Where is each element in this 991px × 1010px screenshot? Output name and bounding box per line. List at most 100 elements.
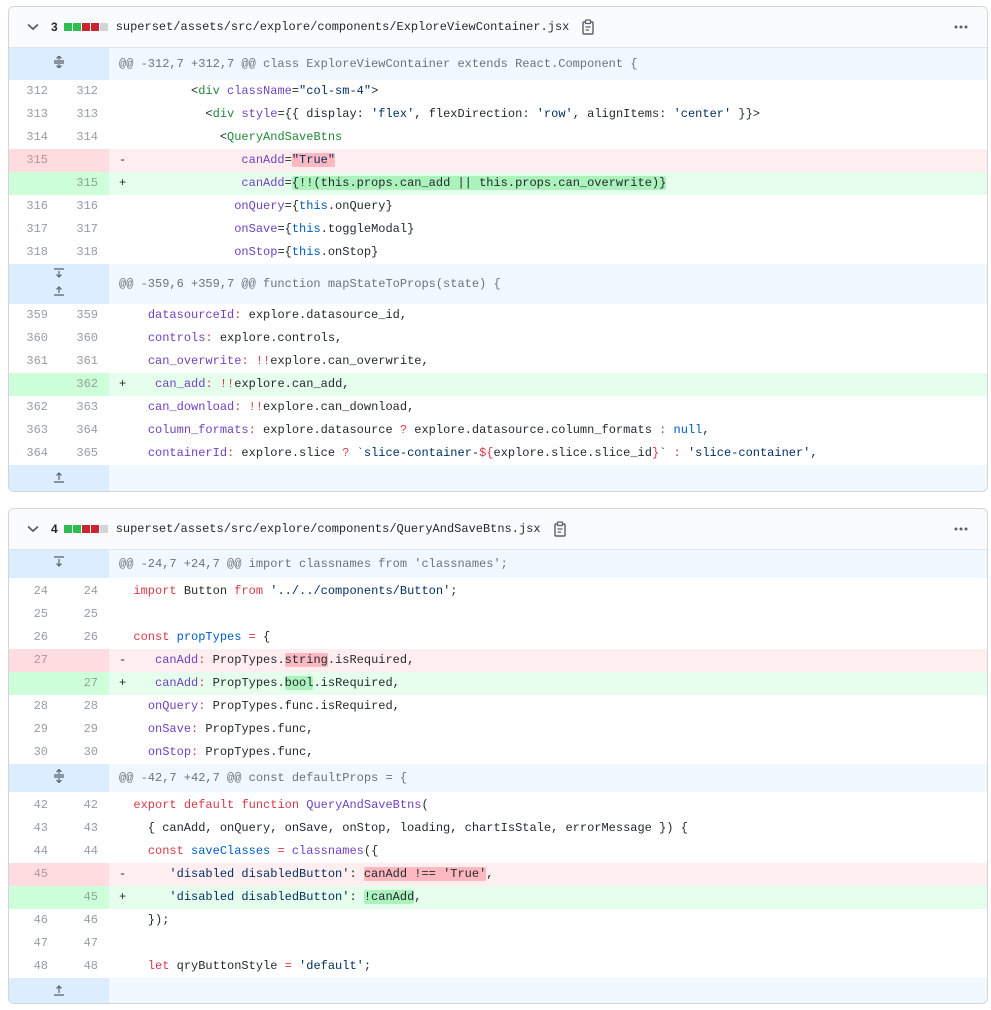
diff-line: 46 46 }); — [9, 909, 987, 932]
old-line-number[interactable]: 361 — [9, 350, 59, 373]
added-line: 362 + can_add: !!explore.can_add, — [9, 373, 987, 396]
new-line-number[interactable]: 365 — [59, 442, 109, 465]
old-line-number[interactable]: 25 — [9, 603, 59, 626]
old-line-number[interactable]: 24 — [9, 580, 59, 603]
new-line-number[interactable]: 318 — [59, 241, 109, 264]
change-count: 3 — [51, 20, 58, 34]
unfold-icon — [53, 556, 65, 572]
old-line-number[interactable]: 44 — [9, 840, 59, 863]
old-line-number[interactable]: 314 — [9, 126, 59, 149]
expand-button[interactable] — [9, 764, 109, 792]
old-line-number[interactable]: 47 — [9, 932, 59, 955]
new-line-number[interactable]: 45 — [59, 886, 109, 909]
new-line-number[interactable]: 24 — [59, 580, 109, 603]
expand-button[interactable] — [9, 978, 109, 1003]
line-code: export default function QueryAndSaveBtns… — [133, 798, 429, 812]
old-line-number[interactable]: 28 — [9, 695, 59, 718]
chevron-down-icon[interactable] — [26, 522, 40, 536]
new-line-number[interactable]: 314 — [59, 126, 109, 149]
kebab-horizontal-icon[interactable] — [953, 20, 969, 34]
new-line-number[interactable]: 364 — [59, 419, 109, 442]
old-line-number[interactable]: 360 — [9, 327, 59, 350]
old-line-number[interactable]: 43 — [9, 817, 59, 840]
chevron-down-icon[interactable] — [26, 20, 40, 34]
old-line-number[interactable] — [9, 172, 59, 195]
old-line-number[interactable]: 316 — [9, 195, 59, 218]
old-line-number[interactable]: 315 — [9, 149, 59, 172]
old-line-number[interactable]: 45 — [9, 863, 59, 886]
new-line-number[interactable] — [59, 649, 109, 672]
old-line-number[interactable]: 313 — [9, 103, 59, 126]
diffstat-block — [99, 525, 108, 533]
new-line-number[interactable]: 43 — [59, 817, 109, 840]
new-line-number[interactable]: 361 — [59, 350, 109, 373]
new-line-number[interactable]: 362 — [59, 373, 109, 396]
old-line-number[interactable]: 27 — [9, 649, 59, 672]
old-line-number[interactable]: 30 — [9, 741, 59, 764]
line-code: { canAdd, onQuery, onSave, onStop, loadi… — [119, 821, 688, 835]
diffstat-block — [81, 525, 90, 533]
new-line-number[interactable]: 359 — [59, 304, 109, 327]
expand-button[interactable] — [9, 465, 109, 491]
file-name-link[interactable]: superset/assets/src/explore/components/E… — [116, 20, 570, 34]
old-line-number[interactable]: 318 — [9, 241, 59, 264]
old-line-number[interactable] — [9, 672, 59, 695]
new-line-number[interactable]: 316 — [59, 195, 109, 218]
old-line-number[interactable]: 48 — [9, 955, 59, 978]
new-line-number[interactable]: 25 — [59, 603, 109, 626]
line-code: column_formats: explore.datasource ? exp… — [147, 423, 710, 437]
line-code: onSave={this.toggleModal} — [234, 222, 415, 236]
diff-line: 359 359 datasourceId: explore.datasource_… — [9, 304, 987, 327]
new-line-number[interactable]: 27 — [59, 672, 109, 695]
diff-line: 42 42 export default function QueryAndSav… — [9, 794, 987, 817]
unfold-icon — [53, 55, 65, 72]
hunk-header-text: @@ -24,7 +24,7 @@ import classnames from… — [119, 557, 508, 571]
kebab-horizontal-icon[interactable] — [953, 522, 969, 536]
expand-button[interactable] — [9, 264, 109, 304]
new-line-number[interactable]: 317 — [59, 218, 109, 241]
new-line-number[interactable]: 48 — [59, 955, 109, 978]
old-line-number[interactable] — [9, 373, 59, 396]
new-line-number[interactable]: 26 — [59, 626, 109, 649]
new-line-number[interactable]: 363 — [59, 396, 109, 419]
old-line-number[interactable]: 312 — [9, 80, 59, 103]
old-line-number[interactable] — [9, 886, 59, 909]
old-line-number[interactable]: 362 — [9, 396, 59, 419]
unfold-icon — [53, 768, 65, 787]
new-line-number[interactable]: 313 — [59, 103, 109, 126]
old-line-number[interactable]: 46 — [9, 909, 59, 932]
added-line: 315 + canAdd={!!(this.props.can_add || th… — [9, 172, 987, 195]
new-line-number[interactable] — [59, 863, 109, 886]
old-line-number[interactable]: 29 — [9, 718, 59, 741]
new-line-number[interactable]: 360 — [59, 327, 109, 350]
new-line-number[interactable]: 28 — [59, 695, 109, 718]
new-line-number[interactable]: 42 — [59, 794, 109, 817]
line-code: <div className="col-sm-4"> — [119, 84, 379, 98]
expand-button[interactable] — [9, 48, 109, 80]
diffstat-block — [72, 23, 81, 31]
clipboard-icon[interactable] — [581, 19, 595, 35]
new-line-number[interactable]: 315 — [59, 172, 109, 195]
diffstat-block — [90, 525, 99, 533]
new-line-number[interactable]: 312 — [59, 80, 109, 103]
old-line-number[interactable]: 364 — [9, 442, 59, 465]
clipboard-icon[interactable] — [553, 521, 567, 537]
file-name-link[interactable]: superset/assets/src/explore/components/Q… — [116, 522, 541, 536]
line-code: can_download: !!explore.can_download, — [147, 400, 415, 414]
old-line-number[interactable]: 317 — [9, 218, 59, 241]
old-line-number[interactable]: 42 — [9, 794, 59, 817]
new-line-number[interactable]: 46 — [59, 909, 109, 932]
old-line-number[interactable]: 359 — [9, 304, 59, 327]
new-line-number[interactable]: 47 — [59, 932, 109, 955]
old-line-number[interactable]: 363 — [9, 419, 59, 442]
new-line-number[interactable] — [59, 149, 109, 172]
new-line-number[interactable]: 30 — [59, 741, 109, 764]
line-code: + can_add: !!explore.can_add, — [119, 377, 350, 391]
line-code: can_overwrite: !!explore.can_overwrite, — [147, 354, 429, 368]
diffstat-block — [81, 23, 90, 31]
new-line-number[interactable]: 29 — [59, 718, 109, 741]
expand-button[interactable] — [9, 550, 109, 578]
old-line-number[interactable]: 26 — [9, 626, 59, 649]
new-line-number[interactable]: 44 — [59, 840, 109, 863]
